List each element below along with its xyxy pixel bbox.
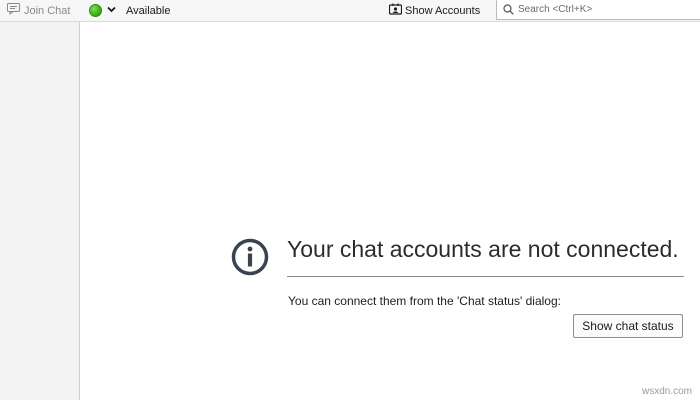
- notice-title: Your chat accounts are not connected.: [287, 236, 679, 262]
- watermark: wsxdn.com: [641, 386, 692, 397]
- search-input[interactable]: [518, 4, 688, 15]
- info-icon: [231, 238, 269, 276]
- accounts-icon: [388, 3, 403, 18]
- chat-bubble-icon: [7, 3, 20, 18]
- notice-divider: [287, 276, 684, 277]
- show-chat-status-button[interactable]: Show chat status: [573, 314, 683, 338]
- chat-window: Join Chat Available Show Accounts Search…: [0, 0, 700, 400]
- join-chat-button[interactable]: Join Chat: [7, 3, 70, 18]
- notice-description: You can connect them from the 'Chat stat…: [288, 294, 561, 308]
- chevron-down-icon: [107, 5, 116, 17]
- show-accounts-button[interactable]: Show Accounts: [388, 3, 481, 18]
- search-field[interactable]: [496, 0, 700, 20]
- status-selector[interactable]: [89, 3, 102, 18]
- join-chat-label: Join Chat: [24, 4, 71, 17]
- search-icon: [503, 4, 514, 15]
- green-dot-icon: [89, 4, 102, 17]
- chat-toolbar: Join Chat Available Show Accounts Search…: [0, 0, 700, 22]
- contacts-sidebar[interactable]: [0, 22, 80, 400]
- status-dropdown[interactable]: [107, 4, 116, 17]
- show-accounts-label: Show Accounts: [405, 4, 481, 17]
- status-label: Available: [126, 4, 171, 17]
